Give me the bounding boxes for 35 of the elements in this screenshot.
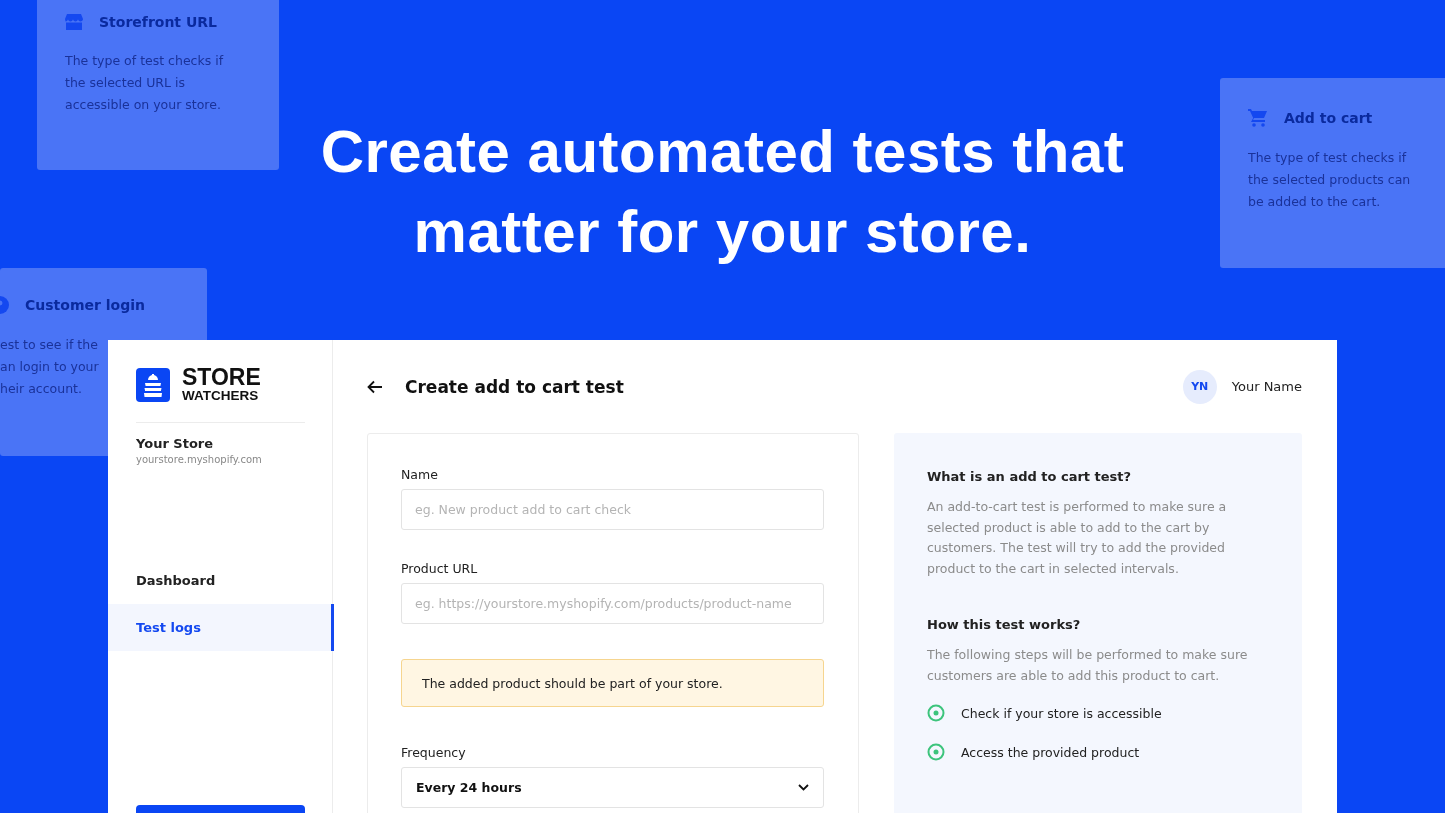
field-label: Name xyxy=(401,467,439,482)
feature-description: est to see if the an login to your heir account. xyxy=(0,336,99,398)
frequency-select[interactable]: Every 24 hours xyxy=(401,767,824,808)
step-radio-icon xyxy=(927,704,945,722)
nav-item[interactable]: Test logs xyxy=(108,604,334,651)
input-field[interactable]: eg. https://yourstore.myshopify.com/products/product-name xyxy=(401,583,824,624)
feature-title: Storefront URL xyxy=(99,14,217,30)
feature-description: The type of test checks if the selected products can be added to the cart. xyxy=(1248,149,1411,211)
back-arrow-icon[interactable] xyxy=(367,379,383,394)
chevron-down-icon xyxy=(798,784,809,791)
nav-item[interactable]: Dashboard xyxy=(108,557,334,604)
store-name: Your Store xyxy=(136,436,215,451)
info-heading: How this test works? xyxy=(927,617,1082,632)
logo-wordmark: STORE WATCHERS xyxy=(182,366,261,403)
storefront-icon xyxy=(65,14,83,30)
field-label: Frequency xyxy=(401,745,467,760)
user-name: Your Name xyxy=(1231,379,1302,394)
info-text: An add-to-cart test is performed to make sure a selected product is able to add to the cart by customers. The test will try to add the provided product to the cart in selected intervals. xyxy=(927,498,1228,578)
hero-heading: Create automated tests that matter for your store. xyxy=(320,117,1125,267)
input-field[interactable]: eg. New product add to cart check xyxy=(401,489,824,530)
field-label: Product URL xyxy=(401,561,479,576)
info-text: The following steps will be performed to make sure customers are able to add this product to cart. xyxy=(927,646,1249,685)
shopping-cart-icon xyxy=(1248,108,1268,127)
logo-icon xyxy=(136,367,170,402)
feature-title: Customer login xyxy=(25,297,145,313)
feature-description: The type of test checks if the selected URL is accessible on your store. xyxy=(65,52,224,114)
feature-title: Add to cart xyxy=(1284,109,1373,126)
step-radio-icon xyxy=(927,743,945,761)
info-heading: What is an add to cart test? xyxy=(927,469,1133,484)
store-url: yourstore.myshopify.com xyxy=(136,454,263,465)
user-avatar[interactable]: YN xyxy=(1182,369,1217,404)
notice-banner: The added product should be part of your store. xyxy=(401,659,824,707)
page-title: Create add to cart test xyxy=(405,376,625,397)
step-text: Check if your store is accessible xyxy=(961,705,1162,721)
step-text: Access the provided product xyxy=(961,744,1140,760)
